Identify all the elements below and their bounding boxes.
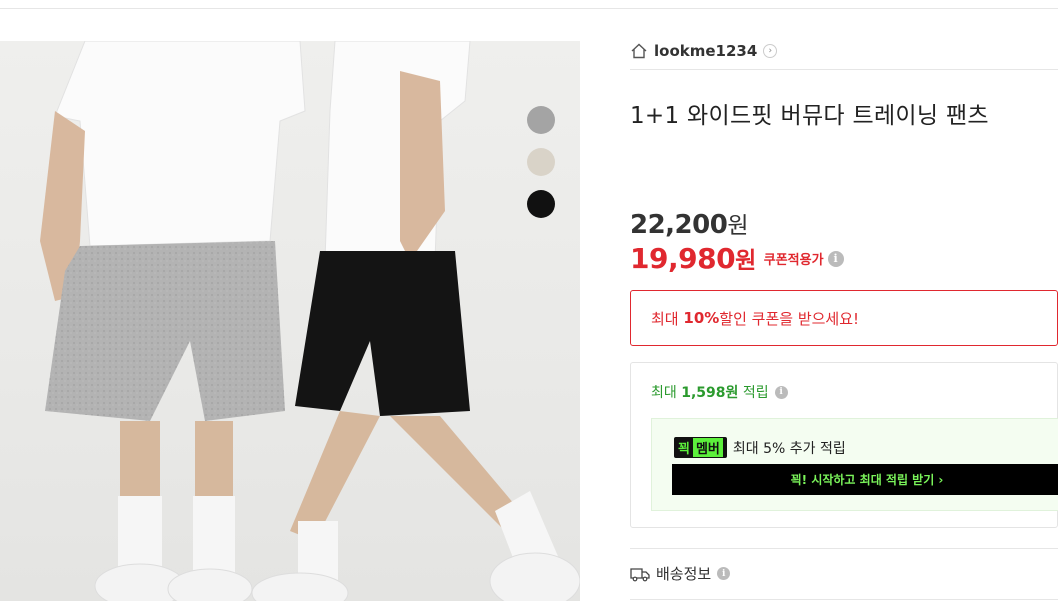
- store-link[interactable]: lookme1234 ›: [630, 40, 778, 62]
- shipping-label: 배송정보: [656, 565, 712, 583]
- member-badge-b: 멤버: [692, 438, 723, 457]
- coupon-percent: 10%: [683, 309, 720, 327]
- home-icon: [631, 43, 647, 59]
- coupon-applied-label: 쿠폰적용가 i: [764, 249, 844, 268]
- color-swatches: [527, 106, 557, 232]
- sale-price: 19,980원: [630, 241, 756, 275]
- original-price: 22,200원: [630, 206, 749, 240]
- info-icon[interactable]: i: [774, 385, 788, 399]
- member-badge: 꾁 멤버: [674, 437, 727, 458]
- member-join-button[interactable]: 꾁! 시작하고 최대 적립 받기 ›: [672, 464, 1058, 495]
- store-name: lookme1234: [654, 42, 758, 60]
- reward-amount: 1,598원: [681, 385, 739, 401]
- store-divider: [630, 69, 1058, 70]
- coupon-suffix: 할인 쿠폰을 받으세요!: [719, 309, 860, 328]
- reward-panel: 최대 1,598원 적립 i 꾁 멤버 최대 5% 추가 적립 꾁! 시작하고 …: [630, 362, 1058, 528]
- coupon-applied-text: 쿠폰적용가: [763, 253, 824, 268]
- swatch-black[interactable]: [527, 190, 555, 218]
- swatch-gray[interactable]: [527, 106, 555, 134]
- coupon-download-button[interactable]: 최대 10% 할인 쿠폰을 받으세요!: [630, 290, 1058, 346]
- truck-icon: [630, 567, 650, 581]
- coupon-prefix: 최대: [651, 309, 679, 328]
- product-info: lookme1234 › 1+1 와이드핏 버뮤다 트레이닝 팬츠 22,200…: [630, 0, 1058, 601]
- reward-suffix: 적립: [738, 385, 769, 401]
- chevron-right-icon: ›: [763, 44, 778, 58]
- product-title: 1+1 와이드핏 버뮤다 트레이닝 팬츠: [630, 103, 989, 129]
- reward-summary: 최대 1,598원 적립 i: [651, 382, 788, 402]
- sale-price-unit: 원: [735, 248, 756, 274]
- bottom-divider: [630, 599, 1058, 600]
- sale-price-row: 19,980원 쿠폰적용가 i: [630, 241, 844, 275]
- member-benefit-box: 꾁 멤버 최대 5% 추가 적립 꾁! 시작하고 최대 적립 받기 ›: [651, 418, 1058, 511]
- original-price-unit: 원: [727, 213, 749, 239]
- shipping-info[interactable]: 배송정보 i: [630, 563, 731, 584]
- sale-price-value: 19,980: [630, 242, 736, 275]
- shipping-divider: [630, 548, 1058, 549]
- info-icon[interactable]: i: [717, 567, 731, 580]
- info-icon[interactable]: i: [827, 250, 844, 267]
- original-price-value: 22,200: [630, 210, 728, 240]
- product-photo-illustration: [40, 41, 580, 601]
- swatch-beige[interactable]: [527, 148, 555, 176]
- member-benefit-text: 최대 5% 추가 적립: [732, 440, 846, 457]
- product-image[interactable]: [0, 41, 580, 601]
- reward-prefix: 최대: [651, 385, 682, 401]
- member-benefit-header: 꾁 멤버 최대 5% 추가 적립: [674, 437, 846, 458]
- member-badge-a: 꾁: [678, 442, 690, 457]
